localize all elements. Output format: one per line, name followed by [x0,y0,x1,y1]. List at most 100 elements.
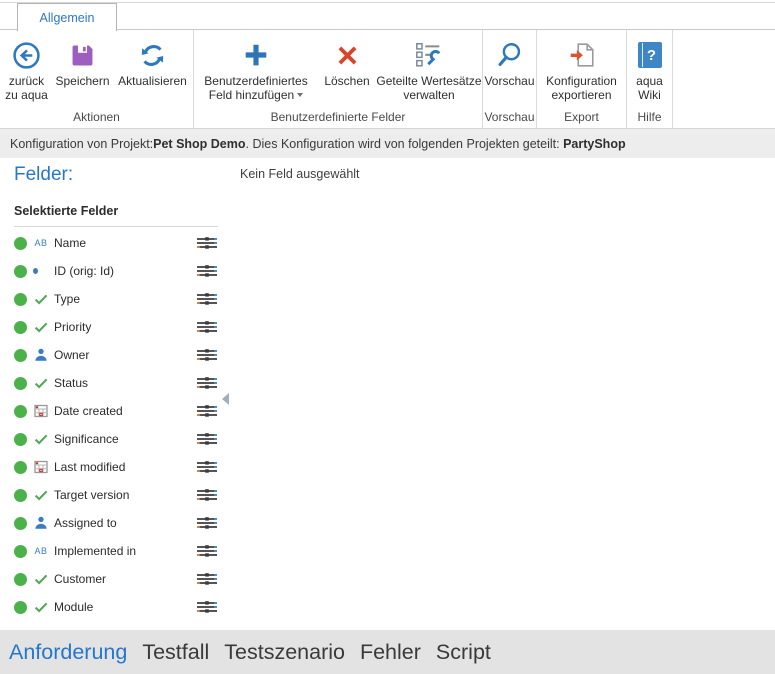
preview-label: Vorschau [484,75,534,89]
field-row-assigned-to[interactable]: Assigned to [14,509,218,537]
id-field-type-icon [33,268,38,274]
preview-icon [495,37,525,73]
delete-button[interactable]: Löschen [318,32,376,108]
preview-button[interactable]: Vorschau [483,32,536,108]
configuration-info-bar: Konfiguration von Projekt:Pet Shop Demo.… [0,129,775,158]
manage-shared-value-sets-label: Geteilte Wertesätze verwalten [376,75,482,102]
ribbon-group-export: Konfiguration exportieren Export [537,30,627,128]
ribbon-group-hilfe: ? aqua Wiki Hilfe [627,30,673,128]
field-row-last-modified[interactable]: Last modified [14,453,218,481]
field-options-icon[interactable] [196,375,218,391]
info-project-name: Pet Shop Demo [153,137,245,151]
export-configuration-button[interactable]: Konfiguration exportieren [538,32,626,108]
field-row-id[interactable]: ID (orig: Id) [14,257,218,285]
active-status-icon [14,433,27,446]
group-caption-export: Export [537,108,626,128]
active-status-icon [14,601,27,614]
group-caption-benutzerdefinierte-felder: Benutzerdefinierte Felder [194,108,482,128]
tab-fehler[interactable]: Fehler [360,640,421,665]
field-row-significance[interactable]: Significance [14,425,218,453]
active-status-icon [14,293,27,306]
back-to-aqua-button[interactable]: zurück zu aqua [2,32,52,108]
field-options-icon[interactable] [196,571,218,587]
app-window: Allgemein zurück zu aqua Speichern Aktua… [0,0,775,674]
tab-allgemein[interactable]: Allgemein [17,3,117,31]
field-row-customer[interactable]: Customer [14,565,218,593]
field-options-icon[interactable] [196,263,218,279]
ribbon-tab-bar: Allgemein [0,0,775,30]
active-status-icon [14,573,27,586]
field-options-icon[interactable] [196,515,218,531]
aqua-wiki-button[interactable]: ? aqua Wiki [628,32,672,108]
choice-field-type-icon [33,571,49,587]
field-row-owner[interactable]: Owner [14,341,218,369]
ribbon-group-aktionen: zurück zu aqua Speichern Aktualisieren A… [0,30,194,128]
save-label: Speichern [55,75,109,89]
field-options-icon[interactable] [196,431,218,447]
selected-fields-header: Selektierte Felder [14,204,218,227]
active-status-icon [14,545,27,558]
tab-script[interactable]: Script [436,640,491,665]
export-icon [567,37,597,73]
refresh-button[interactable]: Aktualisieren [114,32,192,108]
field-row-name[interactable]: AB Name [14,229,218,257]
field-options-icon[interactable] [196,543,218,559]
choice-field-type-icon [33,291,49,307]
field-row-implemented-in[interactable]: AB Implemented in [14,537,218,565]
info-middle: . Dies Konfiguration wird von folgenden … [246,137,564,151]
choice-field-type-icon [33,487,49,503]
field-row-date-created[interactable]: Date created [14,397,218,425]
active-status-icon [14,517,27,530]
field-row-type[interactable]: Type [14,285,218,313]
choice-field-type-icon [33,431,49,447]
field-row-priority[interactable]: Priority [14,313,218,341]
selected-fields-list: AB Name ID (orig: Id) Type Priority [14,229,218,621]
date-field-type-icon [33,459,49,475]
user-field-type-icon [33,515,49,531]
add-custom-field-label: Benutzerdefiniertes Feld hinzufügen [194,75,318,102]
field-options-icon[interactable] [196,403,218,419]
info-shared-project-name: PartyShop [563,137,626,151]
back-to-aqua-label: zurück zu aqua [2,75,52,102]
tab-allgemein-label: Allgemein [40,11,95,25]
field-options-icon[interactable] [196,599,218,615]
choice-field-type-icon [33,599,49,615]
tab-anforderung[interactable]: Anforderung [9,640,127,665]
aqua-wiki-label: aqua Wiki [628,75,672,102]
save-button[interactable]: Speichern [52,32,114,108]
add-custom-field-button[interactable]: Benutzerdefiniertes Feld hinzufügen [194,32,318,108]
save-icon [68,37,97,73]
active-status-icon [14,349,27,362]
choice-field-type-icon [33,375,49,391]
manage-shared-value-sets-button[interactable]: Geteilte Wertesätze verwalten [376,32,482,108]
field-row-module[interactable]: Module [14,593,218,621]
back-icon [11,37,42,73]
active-status-icon [14,489,27,502]
field-row-status[interactable]: Status [14,369,218,397]
dropdown-arrow-icon [297,93,303,97]
ribbon: zurück zu aqua Speichern Aktualisieren A… [0,30,775,129]
field-row-target-version[interactable]: Target version [14,481,218,509]
field-options-icon[interactable] [196,347,218,363]
text-field-type-icon: AB [33,238,49,248]
group-caption-aktionen: Aktionen [0,108,193,128]
active-status-icon [14,321,27,334]
manage-value-sets-icon [414,37,444,73]
field-options-icon[interactable] [196,459,218,475]
field-options-icon[interactable] [196,235,218,251]
user-field-type-icon [33,347,49,363]
tab-testszenario[interactable]: Testszenario [224,640,345,665]
active-status-icon [14,405,27,418]
field-options-icon[interactable] [196,319,218,335]
export-configuration-label: Konfiguration exportieren [538,75,626,102]
active-status-icon [14,377,27,390]
info-prefix: Konfiguration von Projekt: [10,137,153,151]
field-options-icon[interactable] [196,291,218,307]
refresh-icon [138,37,167,73]
field-options-icon[interactable] [196,487,218,503]
date-field-type-icon [33,403,49,419]
choice-field-type-icon [33,319,49,335]
panel-collapse-arrow-icon[interactable] [222,393,229,405]
tab-testfall[interactable]: Testfall [142,640,209,665]
wiki-icon: ? [638,37,662,73]
